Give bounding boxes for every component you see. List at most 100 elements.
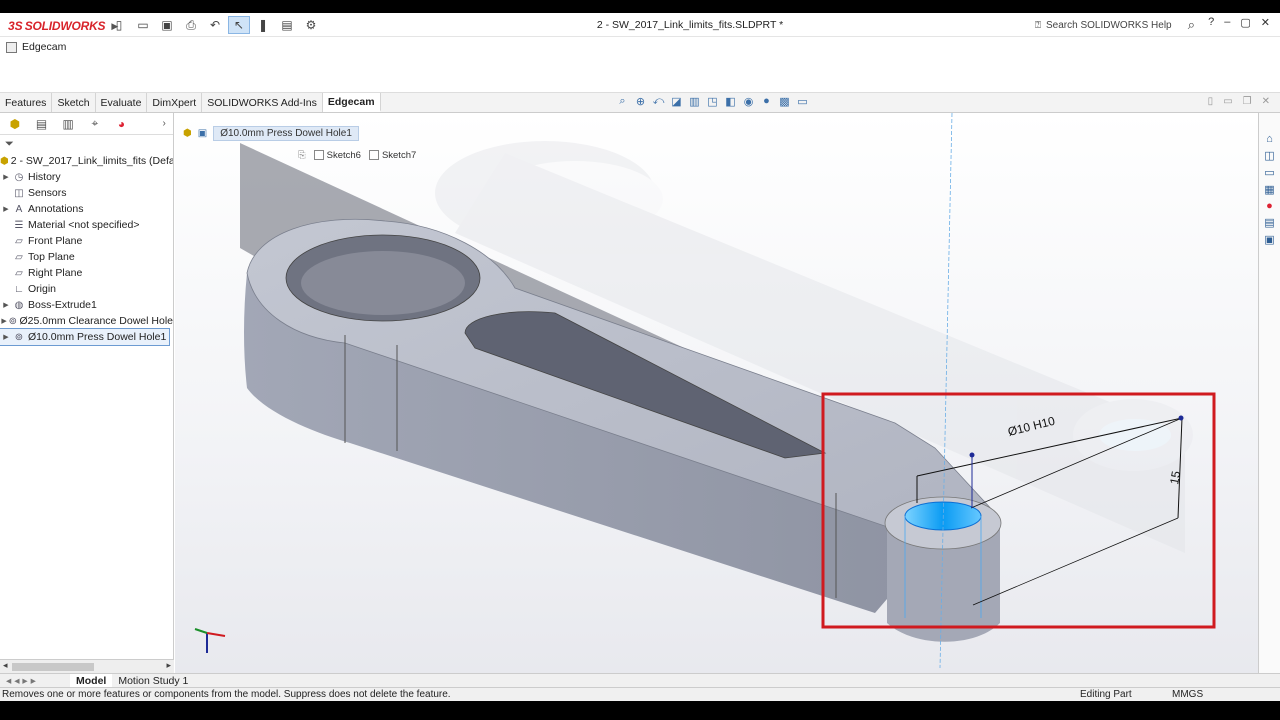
previous-view-icon[interactable]: ⤺: [651, 95, 666, 108]
property-manager-icon[interactable]: ▤: [33, 116, 51, 132]
tree-item-top-plane[interactable]: ▱ Top Plane: [0, 249, 173, 265]
dimxpert-manager-icon[interactable]: ⌖: [86, 116, 104, 132]
scroll-thumb[interactable]: [12, 663, 94, 671]
tree-item-right-plane[interactable]: ▱ Right Plane: [0, 265, 173, 281]
history-icon: ◷: [14, 171, 24, 183]
tab-model[interactable]: Model: [70, 673, 113, 688]
custom-properties-icon[interactable]: ▤: [1264, 216, 1274, 229]
view-orientation-icon[interactable]: ◳: [705, 95, 720, 108]
tab-edgecam[interactable]: Edgecam: [322, 93, 381, 112]
search-icon[interactable]: ⌕: [1188, 17, 1195, 33]
bottom-letterbox: [0, 701, 1280, 720]
edgecam-command-label: Edgecam: [22, 41, 67, 53]
part-icon: ⬢: [0, 155, 9, 167]
tree-item-annotations[interactable]: ▶ A Annotations: [0, 201, 173, 217]
viewport-tile-icon[interactable]: ▯: [1208, 96, 1214, 107]
viewport-close-icon[interactable]: ✕: [1262, 96, 1270, 107]
body-breadcrumb-icon[interactable]: ▣: [198, 128, 207, 139]
sketch-link-icon: ⎘: [298, 150, 306, 161]
viewport-minimize-icon[interactable]: ▭: [1223, 96, 1232, 107]
status-units[interactable]: MMGS: [1172, 689, 1203, 700]
part-breadcrumb-icon[interactable]: ⬢: [183, 128, 192, 139]
zoom-area-icon[interactable]: ⊕: [633, 95, 648, 108]
window-controls: ? – ▢ ✕: [1208, 16, 1270, 29]
help-search[interactable]: ⍰ Search SOLIDWORKS Help ⌕: [1035, 16, 1195, 34]
tab-evaluate[interactable]: Evaluate: [96, 93, 148, 112]
expand-arrow-icon[interactable]: ▶: [0, 301, 12, 309]
plane-icon: ▱: [15, 267, 23, 279]
resources-icon[interactable]: ◫: [1264, 149, 1274, 162]
heads-up-view-toolbar: ⌕ ⊕ ⤺ ◪ ▥ ◳ ◧ ◉ ● ▩ ▭: [615, 95, 810, 108]
expand-arrow-icon[interactable]: ▶: [0, 205, 12, 213]
help-search-input[interactable]: Search SOLIDWORKS Help: [1046, 20, 1172, 31]
appearance-icon[interactable]: ●: [759, 95, 774, 108]
tab-features[interactable]: Features: [0, 93, 53, 112]
tree-item-label: Boss-Extrude1: [28, 299, 97, 311]
section-view-icon[interactable]: ◪: [669, 95, 684, 108]
material-icon: ☰: [14, 219, 24, 231]
depth-dimension[interactable]: 15: [1167, 470, 1183, 486]
tree-item-label: Top Plane: [28, 251, 75, 263]
breadcrumb-sketch6[interactable]: Sketch6: [313, 150, 361, 161]
tab-sketch[interactable]: Sketch: [52, 93, 96, 112]
expand-arrow-icon[interactable]: ▶: [0, 173, 12, 181]
hole-icon: ⊚: [14, 331, 24, 343]
feature-manager-icon[interactable]: ⬢: [6, 116, 24, 132]
help-icon[interactable]: ?: [1208, 16, 1214, 29]
expand-arrow-icon[interactable]: ▶: [0, 317, 8, 325]
display-style-icon[interactable]: ◧: [723, 95, 738, 108]
expand-arrow-icon[interactable]: ▶: [0, 333, 12, 341]
breadcrumb-sketch7[interactable]: Sketch7: [368, 150, 416, 161]
file-explorer-icon[interactable]: ▦: [1264, 183, 1274, 196]
appearances-icon[interactable]: ●: [1266, 200, 1273, 212]
command-manager: Edgecam: [0, 38, 1280, 93]
view-settings-icon[interactable]: ▭: [795, 95, 810, 108]
solidworks-forum-icon[interactable]: ▣: [1264, 233, 1274, 246]
edgecam-command[interactable]: Edgecam: [6, 41, 66, 53]
dynamic-annotation-icon[interactable]: ▥: [687, 95, 702, 108]
home-icon[interactable]: ⌂: [1266, 133, 1273, 145]
status-bar: Removes one or more features or componen…: [0, 687, 1280, 701]
tree-item-label: Annotations: [28, 203, 84, 215]
tree-item-clearance-hole[interactable]: ▶ ⊚ Ø25.0mm Clearance Dowel Hole: [0, 313, 173, 329]
tab-motion-study[interactable]: Motion Study 1: [112, 674, 194, 688]
minimize-icon[interactable]: –: [1224, 16, 1230, 29]
filter-icon[interactable]: ⏷: [0, 135, 173, 153]
breadcrumb-feature[interactable]: Ø10.0mm Press Dowel Hole1: [213, 125, 359, 141]
status-mode: Editing Part: [1080, 689, 1132, 700]
tree-item-front-plane[interactable]: ▱ Front Plane: [0, 233, 173, 249]
tree-item-label: Ø10.0mm Press Dowel Hole1: [28, 331, 167, 343]
tab-solidworks-addins[interactable]: SOLIDWORKS Add-Ins: [202, 93, 323, 112]
tab-dimxpert[interactable]: DimXpert: [147, 93, 203, 112]
viewport-restore-icon[interactable]: ❐: [1243, 96, 1252, 107]
tree-horizontal-scrollbar[interactable]: ◂ ▸: [0, 659, 174, 673]
scroll-right-icon[interactable]: ▸: [166, 660, 171, 671]
configuration-manager-icon[interactable]: ▥: [59, 116, 77, 132]
coordinate-triad: [194, 628, 226, 653]
tree-item-history[interactable]: ▶ ◷ History: [0, 169, 173, 185]
design-library-icon[interactable]: ▭: [1264, 166, 1274, 179]
tree-item-sensors[interactable]: ◫ Sensors: [0, 185, 173, 201]
panel-expand-icon[interactable]: ›: [155, 116, 173, 132]
tree-item-boss-extrude[interactable]: ▶ ◍ Boss-Extrude1: [0, 297, 173, 313]
zoom-to-fit-icon[interactable]: ⌕: [615, 95, 630, 108]
scene-icon[interactable]: ▩: [777, 95, 792, 108]
tab-nav-arrows-icon[interactable]: ◂ ◂ ▸ ▸: [0, 674, 70, 688]
tree-item-material[interactable]: ☰ Material <not specified>: [0, 217, 173, 233]
hide-show-icon[interactable]: ◉: [741, 95, 756, 108]
close-icon[interactable]: ✕: [1261, 16, 1270, 29]
top-letterbox: [0, 0, 1280, 13]
display-manager-icon[interactable]: ◕: [113, 116, 131, 132]
tree-item-press-hole[interactable]: ▶ ⊚ Ø10.0mm Press Dowel Hole1: [0, 328, 170, 346]
tree-item-origin[interactable]: ∟ Origin: [0, 281, 173, 297]
tree-item-label: History: [28, 171, 61, 183]
restore-icon[interactable]: ▢: [1240, 16, 1250, 29]
help-search-icon: ⍰: [1035, 19, 1041, 31]
scroll-left-icon[interactable]: ◂: [3, 660, 8, 671]
tree-item-label: Material <not specified>: [28, 219, 140, 231]
extrude-icon: ◍: [14, 299, 24, 311]
graphics-area[interactable]: Ø10 H10 15 ⬢ ▣ Ø10.0mm Press Dowel Hole1…: [175, 113, 1258, 673]
part-model-view[interactable]: Ø10 H10 15: [175, 113, 1258, 673]
manager-tabs: ⬢ ▤ ▥ ⌖ ◕ ›: [0, 113, 173, 135]
tree-root-part[interactable]: ⬢ 2 - SW_2017_Link_limits_fits (Default: [0, 153, 173, 169]
